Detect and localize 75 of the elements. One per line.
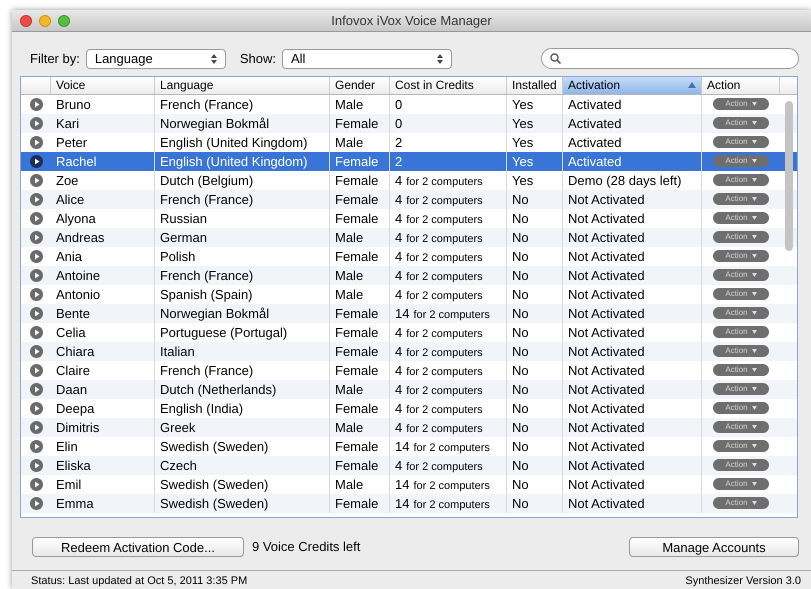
caret-icon (752, 216, 757, 220)
table-cell: Not Activated (563, 494, 702, 513)
caret-icon (752, 121, 757, 126)
zoom-icon[interactable] (58, 15, 70, 27)
table-cell-text: 4 for 2 computers (395, 362, 483, 380)
status-text: Status: Last updated at Oct 5, 2011 3:35 PM (31, 574, 248, 589)
caret-icon (752, 463, 757, 468)
caret-icon (752, 235, 757, 240)
table-cell-text: 4 for 2 computers (395, 266, 483, 285)
play-icon[interactable] (30, 154, 42, 168)
column-header[interactable]: Voice (51, 76, 155, 94)
search-icon (550, 53, 561, 64)
scrollbar[interactable] (785, 100, 793, 251)
caret-icon (752, 406, 757, 410)
table-cell-text: 4 for 2 computers (395, 380, 483, 399)
table-cell-text: 4 for 2 computers (395, 210, 483, 228)
table-cell: Emma (51, 494, 155, 513)
show-dropdown[interactable]: All (282, 48, 452, 69)
stepper-icon (436, 54, 443, 64)
column-header[interactable]: Action (702, 76, 780, 94)
caret-icon (752, 254, 757, 258)
sort-ascending-icon (688, 82, 696, 88)
credits-label: 9 Voice Credits left (252, 538, 360, 556)
window-title: Infovox iVox Voice Manager (331, 12, 492, 30)
caret-icon (752, 159, 757, 164)
caret-icon (752, 292, 757, 296)
column-header[interactable]: Activation (563, 76, 702, 94)
table-cell-text: 0 (395, 114, 402, 133)
table-cell-text: 2 (395, 152, 402, 171)
caret-icon (752, 330, 757, 334)
table-cell-text: 2 (395, 134, 402, 152)
table-cell: Female (330, 494, 390, 513)
table-cell-text: 4 for 2 computers (395, 286, 483, 304)
table-cell: Swedish (Sweden) (155, 494, 330, 513)
table-cell-text: 4 for 2 computers (395, 418, 483, 437)
caret-icon (752, 102, 757, 106)
table-cell-text: 0 (395, 96, 402, 114)
table-cell-text: 4 for 2 computers (395, 228, 483, 247)
table-row[interactable]: Rachel English (United Kingdom) Female 2 Yes Activated Action (21, 152, 797, 171)
table-cell-text: 4 for 2 computers (395, 172, 483, 190)
caret-icon (752, 349, 757, 354)
column-header[interactable]: Cost in Credits (390, 76, 507, 94)
table-cell-text: 14 for 2 computers (395, 304, 490, 323)
table-cell-text: 14 for 2 computers (395, 476, 490, 494)
table-cell-text: 4 for 2 computers (395, 456, 483, 475)
caret-icon (752, 368, 757, 372)
show-label: Show: (240, 50, 276, 68)
table-cell: No (507, 494, 563, 513)
caret-icon (752, 387, 757, 392)
table-cell-text: 4 for 2 computers (395, 400, 483, 418)
close-icon[interactable] (20, 15, 32, 27)
filter-label: Filter by: (30, 50, 80, 68)
caret-icon (752, 501, 757, 506)
caret-icon (752, 482, 757, 486)
column-header[interactable]: Language (155, 76, 330, 94)
caret-icon (752, 140, 757, 144)
caret-icon (752, 273, 757, 278)
table-cell-text: 4 for 2 computers (395, 342, 483, 361)
filter-dropdown[interactable]: Language (86, 48, 226, 69)
caret-icon (752, 197, 757, 202)
stepper-icon (210, 54, 217, 64)
table-cell-text: 14 for 2 computers (395, 438, 490, 456)
redeem-button[interactable]: Redeem Activation Code... (32, 536, 244, 557)
table-cell-text: 4 for 2 computers (395, 324, 483, 342)
version-text: Synthesizer Version 3.0 (685, 574, 801, 589)
table-cell-text: 4 for 2 computers (395, 190, 483, 209)
search-field[interactable] (541, 48, 799, 70)
table-cell-text: 4 for 2 computers (395, 248, 483, 266)
table-cell-text: 14 for 2 computers (395, 494, 490, 513)
manage-accounts-button[interactable]: Manage Accounts (629, 536, 799, 557)
caret-icon (752, 311, 757, 316)
caret-icon (752, 444, 757, 448)
caret-icon (752, 425, 757, 430)
column-header[interactable]: Gender (330, 76, 390, 94)
caret-icon (752, 178, 757, 182)
